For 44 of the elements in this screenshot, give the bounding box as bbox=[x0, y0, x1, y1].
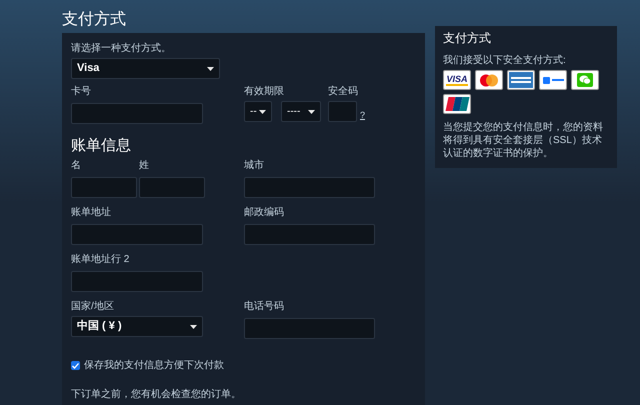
field-label: 卡号 bbox=[71, 86, 92, 98]
panel-title: 支付方式 bbox=[443, 30, 492, 46]
input-field[interactable] bbox=[244, 318, 375, 338]
input-field[interactable] bbox=[244, 224, 375, 244]
section-heading: 账单信息 bbox=[71, 137, 132, 155]
card-logo bbox=[539, 70, 567, 90]
caret-icon bbox=[207, 66, 214, 70]
footer-note: 下订单之前，您有机会检查您的订单。 bbox=[71, 388, 242, 402]
card-logo bbox=[443, 94, 471, 114]
help-link[interactable]: ? bbox=[360, 108, 366, 122]
field-label: 有效期限 bbox=[244, 86, 285, 98]
dropdown-select[interactable]: Visa bbox=[71, 58, 220, 79]
field-label: 名 bbox=[71, 160, 82, 172]
input-field[interactable] bbox=[71, 102, 203, 124]
card-logo: VISA bbox=[443, 70, 471, 90]
input-field[interactable] bbox=[139, 176, 205, 198]
caret-icon bbox=[190, 324, 197, 328]
caret-icon bbox=[308, 110, 315, 114]
security-note: 当您提交您的支付信息时，您的资料将得到具有安全套接层（SSL）技术认证的数字证书的保护。 bbox=[443, 121, 604, 160]
field-label: 请选择一种支付方式。 bbox=[71, 43, 172, 55]
field-label: 国家/地区 bbox=[71, 301, 115, 313]
checkbox[interactable] bbox=[71, 361, 80, 370]
input-field[interactable] bbox=[71, 176, 137, 198]
field-label: 账单地址 bbox=[71, 207, 112, 219]
field-label: 电话号码 bbox=[244, 301, 285, 313]
field-label: 姓 bbox=[139, 160, 150, 172]
page-title: 支付方式 bbox=[62, 10, 127, 30]
field-label: 账单地址行 2 bbox=[71, 254, 130, 266]
card-logo bbox=[507, 70, 535, 90]
input-field[interactable] bbox=[71, 270, 203, 292]
dropdown-select[interactable]: ---- bbox=[281, 101, 321, 122]
field-label: 邮政编码 bbox=[244, 207, 285, 219]
input-field[interactable] bbox=[244, 176, 375, 198]
card-logo bbox=[475, 70, 503, 90]
checkbox-label: 保存我的支付信息方便下次付款 bbox=[84, 358, 224, 373]
card-logo bbox=[571, 70, 599, 90]
dropdown-select[interactable]: -- bbox=[244, 101, 272, 122]
input-field[interactable] bbox=[71, 224, 203, 244]
dropdown-select[interactable]: 中国 ( ¥ ) bbox=[71, 316, 203, 337]
field-label: 城市 bbox=[244, 160, 265, 172]
caret-icon bbox=[259, 110, 266, 114]
field-label: 安全码 bbox=[328, 86, 359, 98]
input-field[interactable] bbox=[328, 101, 357, 122]
intro-text: 我们接受以下安全支付方式: bbox=[443, 55, 567, 67]
